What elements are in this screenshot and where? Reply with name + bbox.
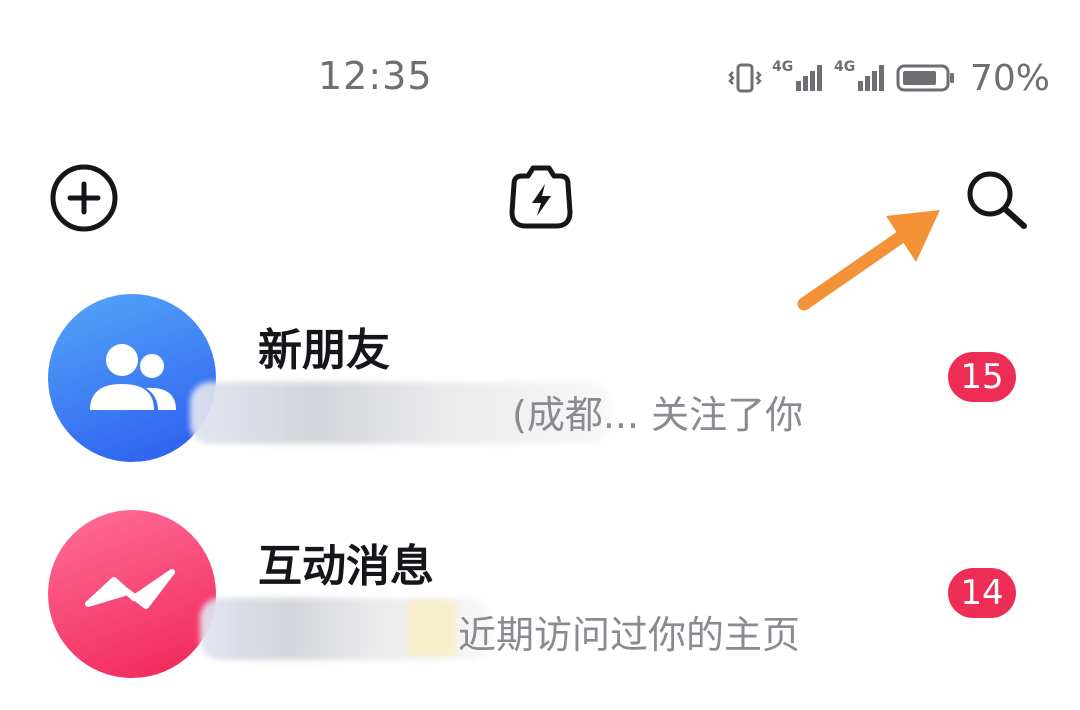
battery-icon bbox=[896, 64, 954, 92]
privacy-mask-tile bbox=[408, 600, 456, 656]
vibrate-icon bbox=[728, 63, 762, 93]
avatar bbox=[48, 294, 216, 462]
network-type-2: 4G bbox=[834, 59, 856, 75]
list-item-interactions[interactable]: 互动消息 近期访问过你的主页 14 bbox=[0, 504, 1080, 684]
row-subtitle: 近期访问过你的主页 bbox=[458, 613, 801, 657]
row-title: 互动消息 bbox=[258, 541, 434, 592]
add-button[interactable] bbox=[48, 162, 120, 234]
row-title: 新朋友 bbox=[258, 325, 390, 376]
flash-camera-icon bbox=[509, 165, 573, 229]
search-icon bbox=[967, 171, 1027, 229]
signal-2: 4G bbox=[834, 59, 886, 93]
status-icons: 4G 4G 70% bbox=[728, 57, 1051, 99]
search-button[interactable] bbox=[962, 166, 1032, 232]
battery-percent: 70% bbox=[970, 57, 1051, 99]
friends-icon bbox=[90, 344, 176, 410]
flash-camera-button[interactable] bbox=[500, 158, 582, 236]
signal-1: 4G bbox=[772, 59, 824, 93]
network-type-1: 4G bbox=[772, 59, 794, 75]
lightning-chat-icon bbox=[85, 569, 175, 609]
unread-badge: 14 bbox=[948, 568, 1016, 618]
status-time: 12:35 bbox=[318, 54, 433, 98]
unread-badge: 15 bbox=[948, 352, 1016, 402]
avatar bbox=[48, 510, 216, 678]
plus-circle-icon bbox=[50, 164, 118, 232]
row-subtitle: (成都... 关注了你 bbox=[512, 393, 804, 437]
list-item-new-friends[interactable]: 新朋友 (成都... 关注了你 15 bbox=[0, 288, 1080, 468]
